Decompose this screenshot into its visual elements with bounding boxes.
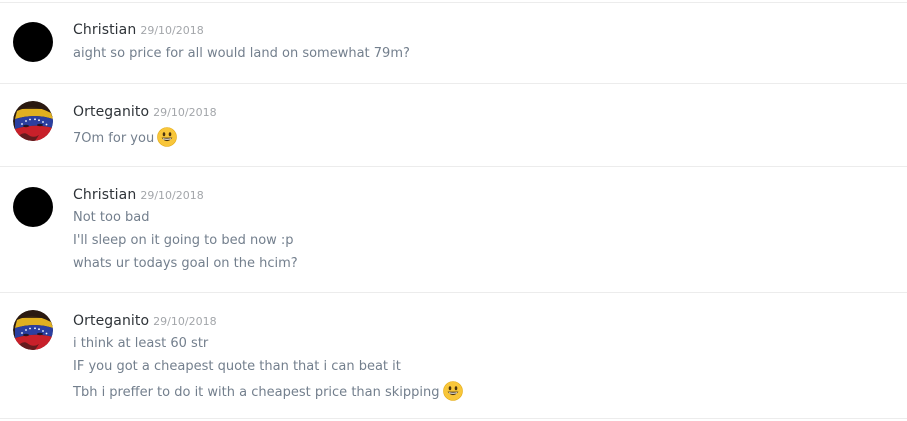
message-line: I'll sleep on it going to bed now :p: [73, 232, 294, 250]
flag-face-icon: [13, 310, 53, 350]
message-group: Orteganito 29/10/2018 i think at least 6…: [0, 292, 907, 418]
avatar[interactable]: [13, 101, 53, 141]
username[interactable]: Christian: [73, 187, 136, 203]
message-divider: [0, 418, 907, 419]
username[interactable]: Orteganito: [73, 104, 149, 120]
timestamp: 29/10/2018: [153, 106, 217, 119]
message-header: Christian 29/10/2018: [73, 22, 204, 38]
message-group: Christian 29/10/2018 aight so price for …: [0, 0, 907, 83]
message-header: Orteganito 29/10/2018: [73, 104, 217, 120]
message-text: aight so price for all would land on som…: [73, 46, 410, 61]
message-text: whats ur todays goal on the hcim?: [73, 256, 298, 271]
timestamp: 29/10/2018: [140, 24, 204, 37]
message-text: i think at least 60 str: [73, 336, 209, 351]
message-line: Not too bad: [73, 209, 150, 227]
message-line: Tbh i preffer to do it with a cheapest p…: [73, 381, 463, 402]
username[interactable]: Christian: [73, 22, 136, 38]
avatar[interactable]: [13, 187, 53, 227]
message-line: i think at least 60 str: [73, 335, 208, 353]
avatar[interactable]: [13, 310, 53, 350]
message-line: whats ur todays goal on the hcim?: [73, 255, 298, 273]
message-text: IF you got a cheapest quote than that i …: [73, 359, 401, 374]
message-header: Orteganito 29/10/2018: [73, 313, 217, 329]
timestamp: 29/10/2018: [153, 315, 217, 328]
message-text: Tbh i preffer to do it with a cheapest p…: [73, 385, 440, 400]
message-text: I'll sleep on it going to bed now :p: [73, 233, 294, 248]
smiley-emoji-icon: [157, 127, 178, 147]
message-line: IF you got a cheapest quote than that i …: [73, 358, 401, 376]
message-line: aight so price for all would land on som…: [73, 45, 410, 63]
message-line: 7Om for you: [73, 127, 178, 148]
message-group: Christian 29/10/2018 Not too bad I'll sl…: [0, 166, 907, 292]
message-text: 7Om for you: [73, 131, 155, 146]
avatar[interactable]: [13, 22, 53, 62]
message-text: Not too bad: [73, 210, 150, 225]
message-header: Christian 29/10/2018: [73, 187, 204, 203]
flag-face-icon: [13, 101, 53, 141]
message-group: Orteganito 29/10/2018 7Om for you: [0, 83, 907, 166]
timestamp: 29/10/2018: [140, 189, 204, 202]
username[interactable]: Orteganito: [73, 313, 149, 329]
smiley-emoji-icon: [442, 381, 463, 401]
